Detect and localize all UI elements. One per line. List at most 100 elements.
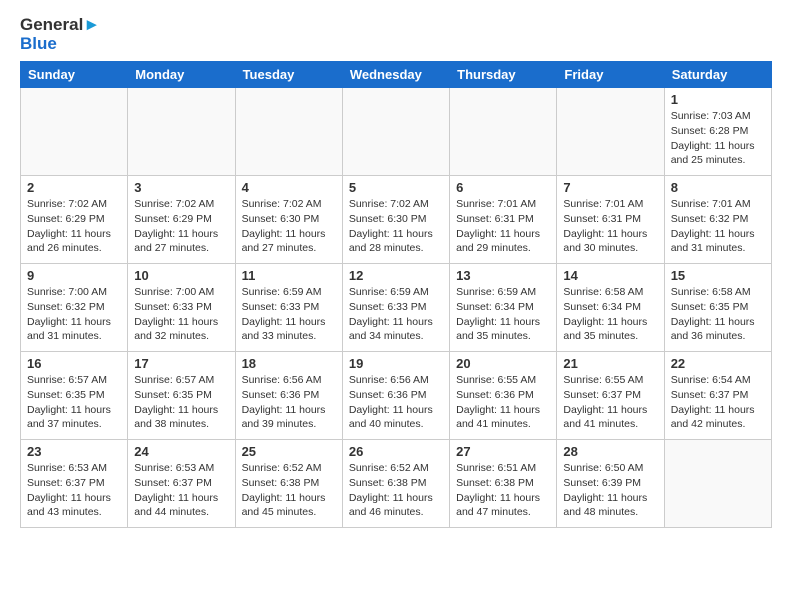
calendar-day-2: 2Sunrise: 7:02 AM Sunset: 6:29 PM Daylig… — [21, 176, 128, 264]
day-number: 24 — [134, 444, 228, 459]
day-info: Sunrise: 7:01 AM Sunset: 6:31 PM Dayligh… — [563, 197, 657, 256]
calendar-day-7: 7 Sunrise: 7:01 AM Sunset: 6:31 PM Daylig… — [557, 176, 664, 264]
empty-day — [450, 88, 557, 176]
weekday-header-row: SundayMondayTuesdayWednesdayThursdayFrid… — [21, 62, 772, 88]
day-info: Sunrise: 6:53 AM Sunset: 6:37 PM Dayligh… — [134, 461, 228, 520]
calendar-day-28: 28Sunrise: 6:50 AM Sunset: 6:39 PM Dayli… — [557, 440, 664, 528]
calendar-day-16: 16 Sunrise: 6:57 AM Sunset: 6:35 PM Dayli… — [21, 352, 128, 440]
day-info: Sunrise: 6:54 AM Sunset: 6:37 PM Dayligh… — [671, 373, 765, 432]
day-number: 23 — [27, 444, 121, 459]
logo-text-block: General► Blue — [20, 16, 100, 53]
empty-day — [235, 88, 342, 176]
day-info: Sunrise: 7:01 AM Sunset: 6:31 PM Dayligh… — [456, 197, 550, 256]
calendar-day-4: 4 Sunrise: 7:02 AM Sunset: 6:30 PM Daylig… — [235, 176, 342, 264]
empty-day — [557, 88, 664, 176]
day-info: Sunrise: 6:59 AM Sunset: 6:34 PM Dayligh… — [456, 285, 550, 344]
calendar-day-11: 11Sunrise: 6:59 AM Sunset: 6:33 PM Dayli… — [235, 264, 342, 352]
day-number: 8 — [671, 180, 765, 195]
calendar-day-15: 15 Sunrise: 6:58 AM Sunset: 6:35 PM Dayli… — [664, 264, 771, 352]
empty-day — [342, 88, 449, 176]
day-number: 18 — [242, 356, 336, 371]
calendar-day-20: 20 Sunrise: 6:55 AM Sunset: 6:36 PM Dayli… — [450, 352, 557, 440]
calendar-day-13: 13 Sunrise: 6:59 AM Sunset: 6:34 PM Dayli… — [450, 264, 557, 352]
day-info: Sunrise: 6:56 AM Sunset: 6:36 PM Dayligh… — [349, 373, 443, 432]
day-number: 19 — [349, 356, 443, 371]
calendar-day-23: 23Sunrise: 6:53 AM Sunset: 6:37 PM Dayli… — [21, 440, 128, 528]
day-info: Sunrise: 7:02 AM Sunset: 6:30 PM Dayligh… — [349, 197, 443, 256]
page-container: General► Blue SundayMondayTuesdayWednesd… — [0, 0, 792, 544]
calendar-day-18: 18 Sunrise: 6:56 AM Sunset: 6:36 PM Dayli… — [235, 352, 342, 440]
calendar-day-9: 9Sunrise: 7:00 AM Sunset: 6:32 PM Daylig… — [21, 264, 128, 352]
day-number: 11 — [242, 268, 336, 283]
calendar-day-25: 25 Sunrise: 6:52 AM Sunset: 6:38 PM Dayli… — [235, 440, 342, 528]
calendar-day-8: 8 Sunrise: 7:01 AM Sunset: 6:32 PM Daylig… — [664, 176, 771, 264]
day-info: Sunrise: 6:55 AM Sunset: 6:36 PM Dayligh… — [456, 373, 550, 432]
calendar-day-3: 3 Sunrise: 7:02 AM Sunset: 6:29 PM Daylig… — [128, 176, 235, 264]
day-number: 1 — [671, 92, 765, 107]
day-info: Sunrise: 6:52 AM Sunset: 6:38 PM Dayligh… — [242, 461, 336, 520]
day-number: 27 — [456, 444, 550, 459]
calendar-day-17: 17 Sunrise: 6:57 AM Sunset: 6:35 PM Dayli… — [128, 352, 235, 440]
calendar-day-12: 12 Sunrise: 6:59 AM Sunset: 6:33 PM Dayli… — [342, 264, 449, 352]
header: General► Blue — [20, 16, 772, 53]
day-number: 17 — [134, 356, 228, 371]
day-info: Sunrise: 6:57 AM Sunset: 6:35 PM Dayligh… — [27, 373, 121, 432]
day-info: Sunrise: 6:51 AM Sunset: 6:38 PM Dayligh… — [456, 461, 550, 520]
day-info: Sunrise: 7:02 AM Sunset: 6:30 PM Dayligh… — [242, 197, 336, 256]
day-number: 3 — [134, 180, 228, 195]
day-info: Sunrise: 6:58 AM Sunset: 6:34 PM Dayligh… — [563, 285, 657, 344]
day-info: Sunrise: 6:58 AM Sunset: 6:35 PM Dayligh… — [671, 285, 765, 344]
day-number: 21 — [563, 356, 657, 371]
day-number: 25 — [242, 444, 336, 459]
week-row-2: 9Sunrise: 7:00 AM Sunset: 6:32 PM Daylig… — [21, 264, 772, 352]
calendar-day-5: 5 Sunrise: 7:02 AM Sunset: 6:30 PM Daylig… — [342, 176, 449, 264]
day-number: 7 — [563, 180, 657, 195]
empty-day — [21, 88, 128, 176]
day-number: 20 — [456, 356, 550, 371]
day-number: 2 — [27, 180, 121, 195]
empty-day — [128, 88, 235, 176]
day-number: 16 — [27, 356, 121, 371]
calendar-day-27: 27 Sunrise: 6:51 AM Sunset: 6:38 PM Dayli… — [450, 440, 557, 528]
logo-line1: General► — [20, 16, 100, 35]
weekday-header-thursday: Thursday — [450, 62, 557, 88]
day-number: 9 — [27, 268, 121, 283]
day-number: 12 — [349, 268, 443, 283]
day-number: 28 — [563, 444, 657, 459]
day-number: 15 — [671, 268, 765, 283]
weekday-header-wednesday: Wednesday — [342, 62, 449, 88]
logo: General► Blue — [20, 16, 100, 53]
day-info: Sunrise: 6:52 AM Sunset: 6:38 PM Dayligh… — [349, 461, 443, 520]
week-row-0: 1 Sunrise: 7:03 AM Sunset: 6:28 PM Daylig… — [21, 88, 772, 176]
day-number: 4 — [242, 180, 336, 195]
day-info: Sunrise: 6:55 AM Sunset: 6:37 PM Dayligh… — [563, 373, 657, 432]
empty-day — [664, 440, 771, 528]
calendar-day-19: 19 Sunrise: 6:56 AM Sunset: 6:36 PM Dayli… — [342, 352, 449, 440]
day-number: 5 — [349, 180, 443, 195]
day-number: 26 — [349, 444, 443, 459]
day-number: 6 — [456, 180, 550, 195]
weekday-header-monday: Monday — [128, 62, 235, 88]
calendar-day-14: 14 Sunrise: 6:58 AM Sunset: 6:34 PM Dayli… — [557, 264, 664, 352]
logo-line2: Blue — [20, 35, 100, 54]
weekday-header-tuesday: Tuesday — [235, 62, 342, 88]
day-info: Sunrise: 6:56 AM Sunset: 6:36 PM Dayligh… — [242, 373, 336, 432]
day-number: 10 — [134, 268, 228, 283]
calendar-table: SundayMondayTuesdayWednesdayThursdayFrid… — [20, 61, 772, 528]
day-info: Sunrise: 7:03 AM Sunset: 6:28 PM Dayligh… — [671, 109, 765, 168]
calendar-day-24: 24 Sunrise: 6:53 AM Sunset: 6:37 PM Dayli… — [128, 440, 235, 528]
day-info: Sunrise: 7:01 AM Sunset: 6:32 PM Dayligh… — [671, 197, 765, 256]
calendar-day-26: 26 Sunrise: 6:52 AM Sunset: 6:38 PM Dayli… — [342, 440, 449, 528]
day-info: Sunrise: 7:02 AM Sunset: 6:29 PM Dayligh… — [134, 197, 228, 256]
day-info: Sunrise: 6:57 AM Sunset: 6:35 PM Dayligh… — [134, 373, 228, 432]
day-info: Sunrise: 6:59 AM Sunset: 6:33 PM Dayligh… — [349, 285, 443, 344]
week-row-4: 23 Sunrise: 6:53 AM Sunset: 6:37 PM Dayli… — [21, 440, 772, 528]
calendar-day-10: 10Sunrise: 7:00 AM Sunset: 6:33 PM Dayli… — [128, 264, 235, 352]
day-number: 13 — [456, 268, 550, 283]
logo-block: General► Blue — [20, 16, 100, 53]
day-number: 14 — [563, 268, 657, 283]
calendar-day-6: 6 Sunrise: 7:01 AM Sunset: 6:31 PM Daylig… — [450, 176, 557, 264]
calendar-day-22: 22Sunrise: 6:54 AM Sunset: 6:37 PM Dayli… — [664, 352, 771, 440]
week-row-1: 2 Sunrise: 7:02 AM Sunset: 6:29 PM Daylig… — [21, 176, 772, 264]
weekday-header-saturday: Saturday — [664, 62, 771, 88]
